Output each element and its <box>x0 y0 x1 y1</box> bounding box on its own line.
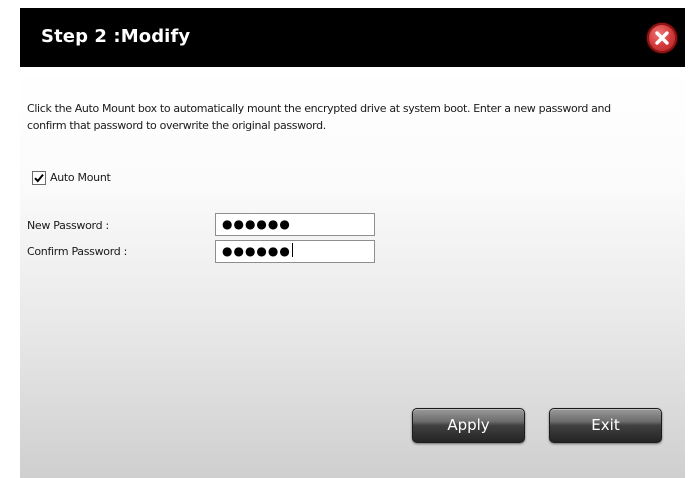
new-password-label: New Password : <box>27 219 109 232</box>
apply-button[interactable]: Apply <box>412 408 525 443</box>
checkmark-icon <box>34 173 44 183</box>
instructions-line: confirm that password to overwrite the o… <box>27 119 326 132</box>
dialog-titlebar: Step 2 :Modify <box>20 8 685 67</box>
instructions-line: Click the Auto Mount box to automaticall… <box>27 102 611 115</box>
auto-mount-checkbox[interactable] <box>32 171 46 185</box>
confirm-password-value: ●●●●●● <box>222 244 291 258</box>
modify-dialog: Step 2 :Modify Click the Auto Mount box … <box>20 8 685 478</box>
instructions-text: Click the Auto Mount box to automaticall… <box>27 100 672 134</box>
new-password-value: ●●●●●● <box>222 217 291 231</box>
dialog-title: Step 2 :Modify <box>41 26 191 47</box>
exit-button[interactable]: Exit <box>549 408 662 443</box>
close-button[interactable] <box>647 23 677 53</box>
close-icon <box>655 31 669 45</box>
text-cursor <box>291 243 293 257</box>
new-password-input[interactable]: ●●●●●● <box>215 213 375 236</box>
confirm-password-label: Confirm Password : <box>27 245 128 258</box>
dialog-body: Click the Auto Mount box to automaticall… <box>20 67 685 478</box>
confirm-password-input[interactable]: ●●●●●● <box>215 240 375 263</box>
auto-mount-label: Auto Mount <box>50 171 111 184</box>
